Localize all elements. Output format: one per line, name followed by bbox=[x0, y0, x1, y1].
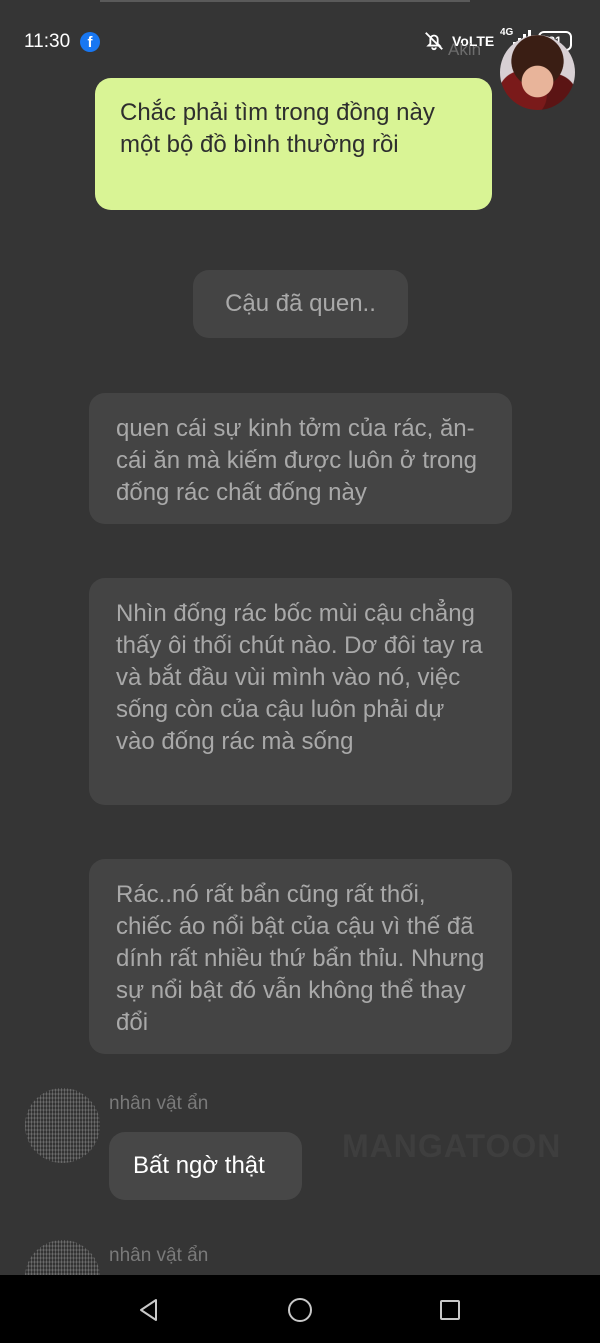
narration-bubble: Rác..nó rất bẩn cũng rất thối, chiếc áo … bbox=[89, 859, 512, 1054]
speaker-message-bubble: Chắc phải tìm trong đồng này một bộ đồ b… bbox=[95, 78, 492, 210]
recents-icon[interactable] bbox=[439, 1299, 461, 1321]
facebook-icon: f bbox=[80, 32, 100, 52]
speaker-name: Akin bbox=[448, 40, 482, 59]
speaker-avatar[interactable] bbox=[500, 35, 575, 110]
narration-bubble: quen cái sự kinh tởm của rác, ăn- cái ăn… bbox=[89, 393, 512, 524]
back-icon[interactable] bbox=[136, 1297, 162, 1323]
home-icon[interactable] bbox=[286, 1296, 314, 1324]
watermark-logo: MANGATOON bbox=[342, 1128, 562, 1164]
bell-off-icon bbox=[425, 32, 443, 51]
character-name: nhân vật ẩn bbox=[109, 1245, 209, 1266]
character-avatar[interactable] bbox=[25, 1088, 100, 1163]
narration-bubble: Cậu đã quen.. bbox=[193, 270, 408, 338]
character-message-bubble: Bất ngờ thật bbox=[109, 1132, 302, 1200]
character-name: nhân vật ẩn bbox=[109, 1093, 209, 1114]
status-time: 11:30 bbox=[24, 31, 71, 52]
narration-bubble: Nhìn đống rác bốc mùi cậu chẳng thấy ôi … bbox=[89, 578, 512, 805]
navigation-bar bbox=[0, 1275, 600, 1343]
